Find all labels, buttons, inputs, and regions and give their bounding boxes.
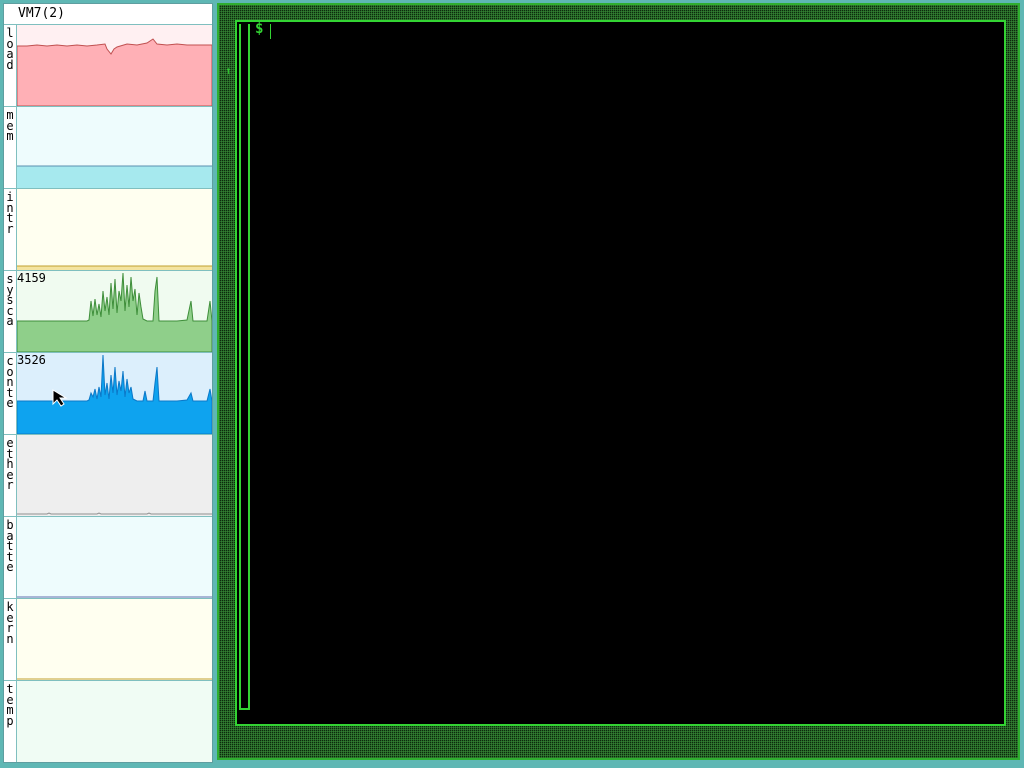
stat-row-intr: intr bbox=[4, 189, 212, 271]
sysca-graph: 4159 bbox=[17, 271, 212, 352]
stat-label: intr bbox=[4, 189, 17, 270]
stat-label: ether bbox=[4, 435, 17, 516]
temp-graph bbox=[17, 681, 212, 762]
stat-row-temp: temp bbox=[4, 681, 212, 762]
mouse-pointer-icon bbox=[52, 389, 68, 407]
stat-label: mem bbox=[4, 107, 17, 188]
stat-label: conte bbox=[4, 353, 17, 434]
stat-label: load bbox=[4, 25, 17, 106]
intr-graph bbox=[17, 189, 212, 270]
stat-row-kern: kern bbox=[4, 599, 212, 681]
mem-graph bbox=[17, 107, 212, 188]
stats-panel: VM7(2) load mem intr sysca 4159 conte 35… bbox=[3, 3, 213, 763]
load-graph bbox=[17, 25, 212, 106]
stat-label: temp bbox=[4, 681, 17, 762]
stat-row-batte: batte bbox=[4, 517, 212, 599]
kern-graph bbox=[17, 599, 212, 680]
stat-label: sysca bbox=[4, 271, 17, 352]
conte-graph: 3526 bbox=[17, 353, 212, 434]
stat-row-load: load bbox=[4, 25, 212, 107]
stat-label: batte bbox=[4, 517, 17, 598]
ether-graph bbox=[17, 435, 212, 516]
stats-title: VM7(2) bbox=[4, 4, 212, 25]
terminal-scrollbar[interactable] bbox=[239, 24, 250, 710]
stat-row-sysca: sysca 4159 bbox=[4, 271, 212, 353]
text-cursor bbox=[270, 24, 271, 39]
sysca-peak-value: 4159 bbox=[17, 271, 46, 285]
terminal-window[interactable]: $ bbox=[235, 20, 1006, 726]
stat-row-mem: mem bbox=[4, 107, 212, 189]
conte-peak-value: 3526 bbox=[17, 353, 46, 367]
batte-graph bbox=[17, 517, 212, 598]
terminal-prompt: $ bbox=[255, 21, 264, 37]
stat-label: kern bbox=[4, 599, 17, 680]
stat-row-conte: conte 3526 bbox=[4, 353, 212, 435]
stat-row-ether: ether bbox=[4, 435, 212, 517]
